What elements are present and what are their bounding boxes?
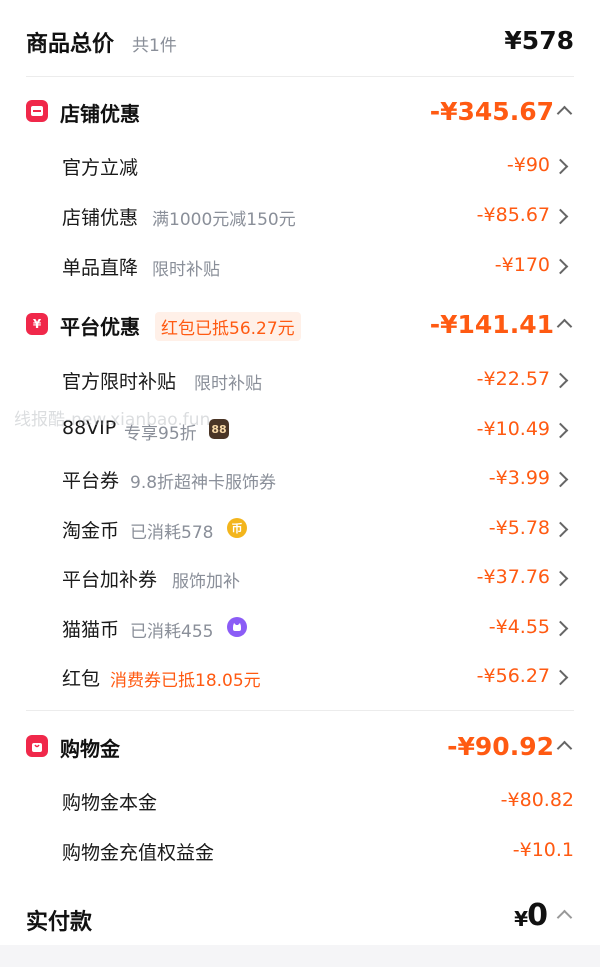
store-item-sub: 满1000元减150元 xyxy=(152,210,296,230)
platform-item-sub: 已消耗455 xyxy=(130,622,214,642)
store-section-title: 店铺优惠 xyxy=(60,102,140,126)
platform-tag: 红包已抵56.27元 xyxy=(155,312,301,341)
cat-coin-icon xyxy=(227,617,247,637)
shopping-item-label: 购物金本金 xyxy=(62,792,158,814)
bottom-strip xyxy=(0,945,600,967)
chevron-right-icon[interactable] xyxy=(552,372,569,389)
platform-item-amount[interactable]: -¥5.78 xyxy=(489,517,550,539)
payment-label: 实付款 xyxy=(26,910,93,935)
platform-item-amount[interactable]: -¥22.57 xyxy=(477,368,550,390)
chevron-right-icon[interactable] xyxy=(552,158,569,175)
chevron-right-icon[interactable] xyxy=(552,422,569,439)
store-section-amount[interactable]: -¥345.67 xyxy=(430,97,554,126)
platform-section-title: 平台优惠 xyxy=(60,315,140,339)
platform-item-sub: 限时补贴 xyxy=(194,374,262,394)
platform-item-label: 淘金币 xyxy=(62,520,120,542)
platform-section-amount[interactable]: -¥141.41 xyxy=(430,310,554,339)
chevron-right-icon[interactable] xyxy=(552,570,569,587)
store-item-label: 官方立减 xyxy=(62,157,139,179)
gold-coin-icon: 币 xyxy=(227,518,247,538)
summary-count: 共1件 xyxy=(132,36,177,56)
store-item-sub: 限时补贴 xyxy=(152,260,220,280)
shopping-bag-icon xyxy=(26,735,48,757)
platform-item-amount[interactable]: -¥4.55 xyxy=(489,616,550,638)
platform-item-label: 官方限时补贴 xyxy=(62,371,177,393)
shopping-section-amount[interactable]: -¥90.92 xyxy=(447,732,554,761)
vip88-badge-icon: 88 xyxy=(209,419,229,439)
platform-item-label: 平台券 xyxy=(62,470,120,492)
chevron-right-icon[interactable] xyxy=(552,620,569,637)
store-item-label: 单品直降 xyxy=(62,257,139,279)
platform-item-label: 猫猫币 xyxy=(62,619,120,641)
divider xyxy=(26,76,574,77)
store-icon xyxy=(26,100,48,122)
platform-item-amount[interactable]: -¥3.99 xyxy=(489,467,550,489)
platform-item-amount[interactable]: -¥37.76 xyxy=(477,566,550,588)
store-item-amount[interactable]: -¥85.67 xyxy=(477,204,550,226)
summary-total: ¥578 xyxy=(504,26,574,55)
watermark: 线报酷-new.xianbao.fun xyxy=(14,410,211,430)
platform-item-sub: 9.8折超神卡服饰券 xyxy=(130,473,277,493)
platform-item-amount[interactable]: -¥56.27 xyxy=(477,665,550,687)
platform-item-label: 红包 xyxy=(62,668,101,690)
summary-title: 商品总价 xyxy=(26,32,115,57)
shopping-item-amount: -¥10.1 xyxy=(512,839,574,861)
platform-coupon-icon: ¥ xyxy=(26,313,48,335)
chevron-up-icon[interactable] xyxy=(556,909,573,926)
chevron-right-icon[interactable] xyxy=(552,669,569,686)
store-item-amount[interactable]: -¥90 xyxy=(507,154,550,176)
payment-amount: 0 xyxy=(527,898,548,933)
divider xyxy=(26,710,574,711)
shopping-item-label: 购物金充值权益金 xyxy=(62,842,215,864)
payment-currency: ¥ xyxy=(514,907,528,931)
chevron-up-icon[interactable] xyxy=(556,318,573,335)
store-item-amount[interactable]: -¥170 xyxy=(495,254,550,276)
chevron-right-icon[interactable] xyxy=(552,521,569,538)
store-item-label: 店铺优惠 xyxy=(62,207,139,229)
chevron-up-icon[interactable] xyxy=(556,105,573,122)
platform-item-sub: 已消耗578 xyxy=(130,523,214,543)
platform-item-amount[interactable]: -¥10.49 xyxy=(477,418,550,440)
chevron-right-icon[interactable] xyxy=(552,208,569,225)
chevron-right-icon[interactable] xyxy=(552,471,569,488)
platform-item-sub: 消费券已抵18.05元 xyxy=(110,671,261,691)
shopping-item-amount: -¥80.82 xyxy=(500,789,574,811)
chevron-right-icon[interactable] xyxy=(552,258,569,275)
platform-item-label: 平台加补券 xyxy=(62,569,158,591)
platform-item-sub: 服饰加补 xyxy=(172,572,240,592)
shopping-section-title: 购物金 xyxy=(60,737,120,761)
chevron-up-icon[interactable] xyxy=(556,740,573,757)
